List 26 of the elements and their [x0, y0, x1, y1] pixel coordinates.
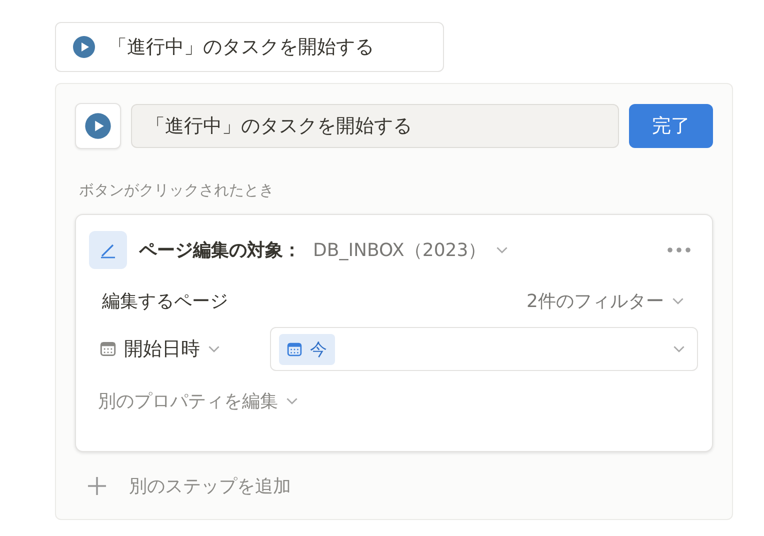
calendar-icon	[287, 342, 302, 356]
pages-label: 編集するページ	[102, 290, 228, 313]
add-step-button[interactable]: 別のステップを追加	[75, 474, 291, 498]
chevron-icon	[208, 345, 220, 353]
value-chip: 今	[279, 334, 335, 364]
chevron-icon	[672, 297, 684, 305]
more-icon[interactable]	[666, 246, 692, 254]
button-name-field[interactable]: 「進行中」のタスクを開始する	[131, 104, 619, 148]
done-button[interactable]: 完了	[629, 104, 713, 148]
play-icon	[84, 112, 112, 140]
chevron-icon	[286, 397, 298, 405]
icon-picker-button[interactable]	[75, 103, 121, 149]
property-selector[interactable]: 開始日時	[100, 336, 270, 362]
pencil-icon	[89, 231, 127, 269]
database-selector[interactable]: DB_INBOX（2023）	[313, 238, 508, 262]
property-value-field[interactable]: 今	[270, 327, 698, 371]
filter-selector[interactable]: 2件のフィルター	[526, 289, 684, 313]
step-title: ページ編集の対象：	[139, 239, 301, 262]
trigger-label: ボタンがクリックされたとき	[78, 181, 275, 200]
play-icon	[72, 35, 96, 59]
calendar-icon	[100, 341, 116, 357]
chevron-icon	[496, 246, 508, 254]
action-button[interactable]: 「進行中」のタスクを開始する	[55, 22, 444, 72]
plus-icon	[87, 476, 107, 496]
chevron-icon	[673, 345, 685, 353]
edit-other-property-button[interactable]: 別のプロパティを編集	[98, 389, 298, 413]
